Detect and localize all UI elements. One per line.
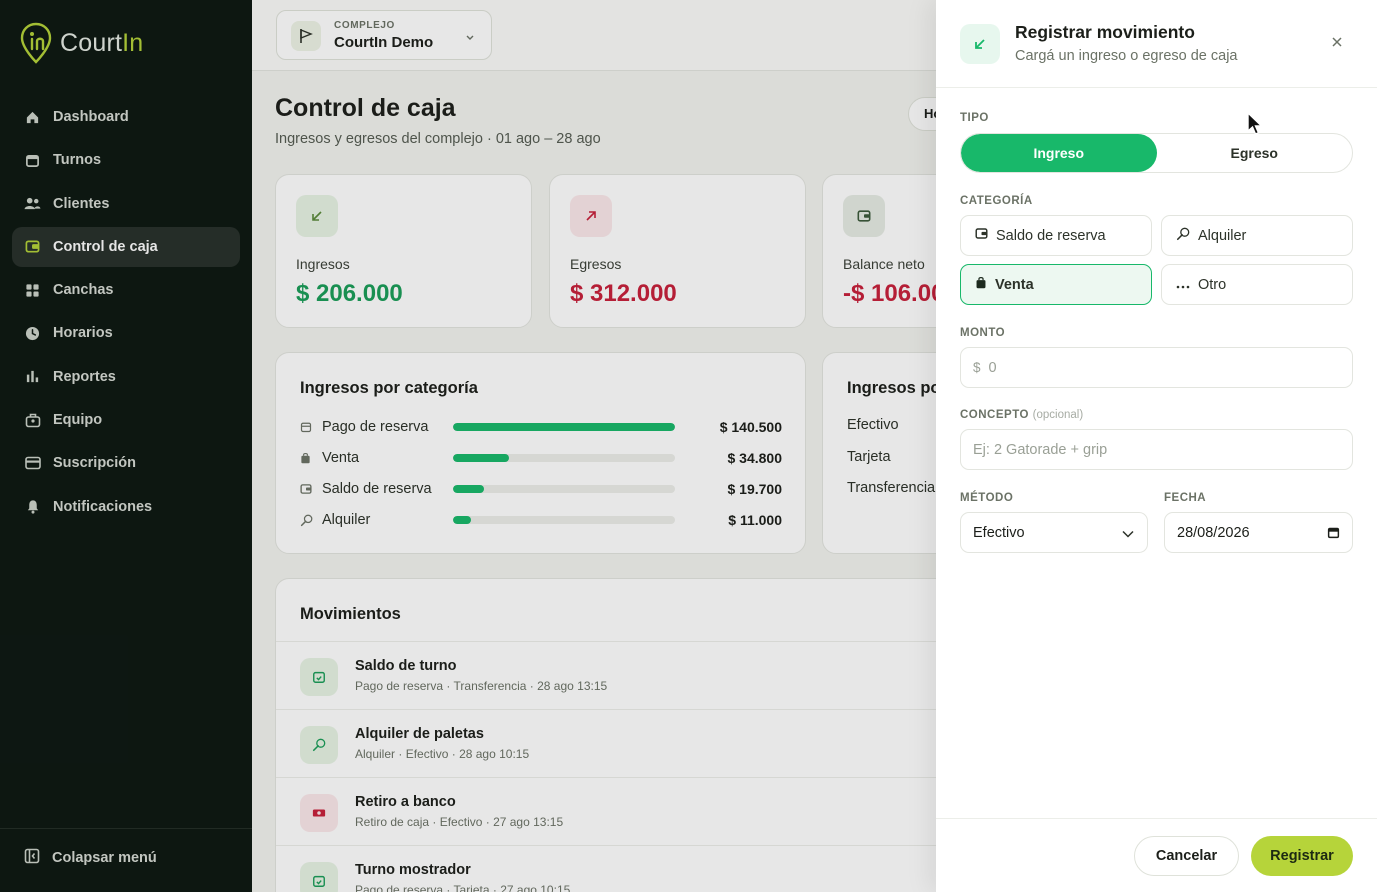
category-alquiler-button[interactable]: Alquiler (1161, 215, 1353, 256)
cancel-button[interactable]: Cancelar (1134, 836, 1239, 876)
category-venta-button[interactable]: Venta (960, 264, 1152, 305)
drawer-divider (936, 87, 1377, 88)
method-select[interactable]: Efectivo (960, 512, 1148, 553)
bag-icon (975, 276, 987, 293)
date-value: 28/08/2026 (1177, 524, 1250, 541)
modal-backdrop[interactable] (252, 0, 936, 892)
tipo-label: TIPO (960, 112, 989, 124)
metodo-label: MÉTODO (960, 492, 1014, 504)
fecha-label: FECHA (1164, 492, 1207, 504)
amount-placeholder: 0 (988, 359, 997, 376)
monto-label: MONTO (960, 327, 1006, 339)
sidebar-overlay (0, 0, 252, 892)
arrow-down-left-icon (960, 24, 1000, 64)
category-saldo-de-reserva-button[interactable]: Saldo de reserva (960, 215, 1152, 256)
register-button[interactable]: Registrar (1251, 836, 1353, 876)
method-value: Efectivo (973, 524, 1025, 541)
register-movement-drawer: Registrar movimiento Cargá un ingreso o … (936, 0, 1377, 892)
concept-placeholder: Ej: 2 Gatorade + grip (973, 441, 1108, 458)
concepto-label: CONCEPTO (opcional) (960, 409, 1084, 421)
mouse-cursor-icon (1247, 111, 1265, 141)
tipo-toggle: Ingreso Egreso (960, 133, 1353, 173)
wallet-icon (975, 227, 988, 244)
amount-input[interactable]: $ 0 (960, 347, 1353, 388)
concept-input[interactable]: Ej: 2 Gatorade + grip (960, 429, 1353, 470)
tipo-ingreso-option[interactable]: Ingreso (961, 134, 1157, 172)
drawer-subtitle: Cargá un ingreso o egreso de caja (1015, 48, 1238, 64)
ellipsis-icon (1176, 277, 1190, 293)
category-otro-button[interactable]: Otro (1161, 264, 1353, 305)
paddle-icon (1176, 227, 1190, 245)
close-icon[interactable] (1329, 34, 1345, 50)
drawer-footer-divider (936, 818, 1377, 819)
categoria-label: CATEGORÍA (960, 195, 1033, 207)
calendar-icon[interactable] (1327, 526, 1340, 543)
currency-prefix: $ (973, 360, 981, 375)
date-input[interactable]: 28/08/2026 (1164, 512, 1353, 553)
drawer-title: Registrar movimiento (1015, 22, 1195, 42)
chevron-down-icon (1121, 527, 1135, 543)
